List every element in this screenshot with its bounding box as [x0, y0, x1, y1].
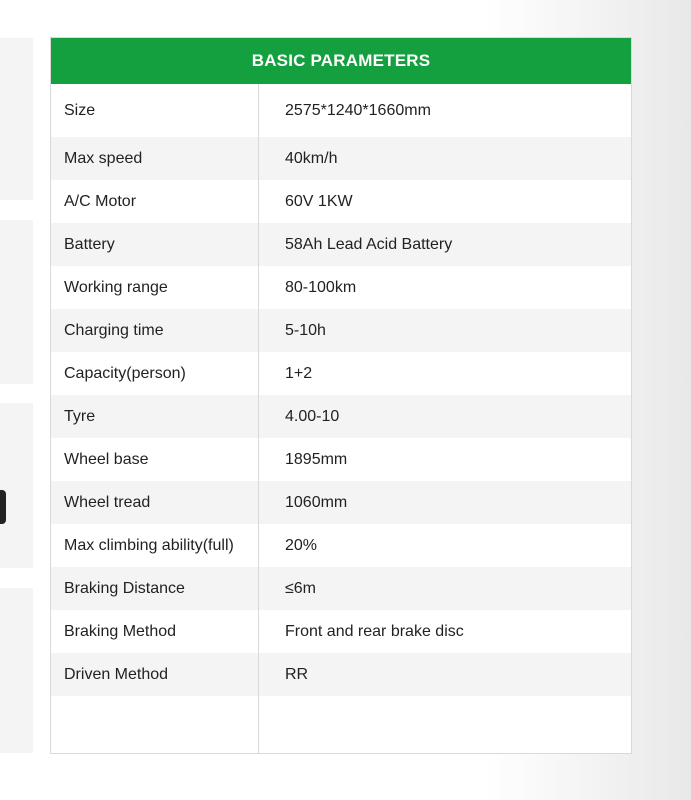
table-row: Wheel tread 1060mm [51, 481, 631, 524]
param-name: Braking Distance [64, 579, 185, 597]
param-value: 5-10h [285, 321, 326, 339]
table-row: Wheel base 1895mm [51, 438, 631, 481]
side-image-panel-2 [0, 220, 33, 384]
param-value: Front and rear brake disc [285, 622, 464, 640]
param-name: A/C Motor [64, 192, 137, 210]
table-row: Size 2575*1240*1660mm [51, 84, 631, 137]
table-row: Battery 58Ah Lead Acid Battery [51, 223, 631, 266]
side-image-panel-3 [0, 403, 33, 568]
param-value: 4.00-10 [285, 407, 340, 425]
param-name: Max speed [64, 149, 143, 167]
parameters-table: BASIC PARAMETERS Size 2575*1240*1660mm M… [50, 37, 632, 754]
param-name: Working range [64, 278, 168, 296]
table-row: Tyre 4.00-10 [51, 395, 631, 438]
table-row: Charging time 5-10h [51, 309, 631, 352]
device-edge-graphic [0, 490, 6, 524]
param-value: 60V 1KW [285, 192, 353, 210]
param-name: Wheel base [64, 450, 149, 468]
param-name: Wheel tread [64, 493, 151, 511]
side-image-panel-1 [0, 38, 33, 200]
param-value: 1895mm [285, 450, 348, 468]
table-row: Capacity(person) 1+2 [51, 352, 631, 395]
param-value: 80-100km [285, 278, 357, 296]
param-name: Max climbing ability(full) [64, 536, 234, 554]
param-name: Tyre [64, 407, 96, 425]
param-value: 40km/h [285, 149, 338, 167]
param-value: RR [285, 665, 309, 683]
param-name: Braking Method [64, 622, 177, 640]
param-value: 1060mm [285, 493, 348, 511]
param-value: ≤6m [285, 579, 317, 597]
table-title: BASIC PARAMETERS [51, 38, 631, 84]
table-row: A/C Motor 60V 1KW [51, 180, 631, 223]
param-value: 1+2 [285, 364, 313, 382]
table-row: Working range 80-100km [51, 266, 631, 309]
table-body: Size 2575*1240*1660mm Max speed 40km/h A… [51, 84, 631, 696]
param-name: Size [64, 101, 96, 119]
column-divider [258, 84, 259, 753]
param-value: 2575*1240*1660mm [285, 101, 431, 119]
side-image-panel-4 [0, 588, 33, 753]
param-name: Charging time [64, 321, 164, 339]
param-value: 20% [285, 536, 318, 554]
table-row: Max climbing ability(full) 20% [51, 524, 631, 567]
table-row: Braking Method Front and rear brake disc [51, 610, 631, 653]
param-name: Driven Method [64, 665, 169, 683]
table-row: Braking Distance ≤6m [51, 567, 631, 610]
param-name: Capacity(person) [64, 364, 186, 382]
param-name: Battery [64, 235, 115, 253]
table-row: Max speed 40km/h [51, 137, 631, 180]
table-row: Driven Method RR [51, 653, 631, 696]
param-value: 58Ah Lead Acid Battery [285, 235, 453, 253]
